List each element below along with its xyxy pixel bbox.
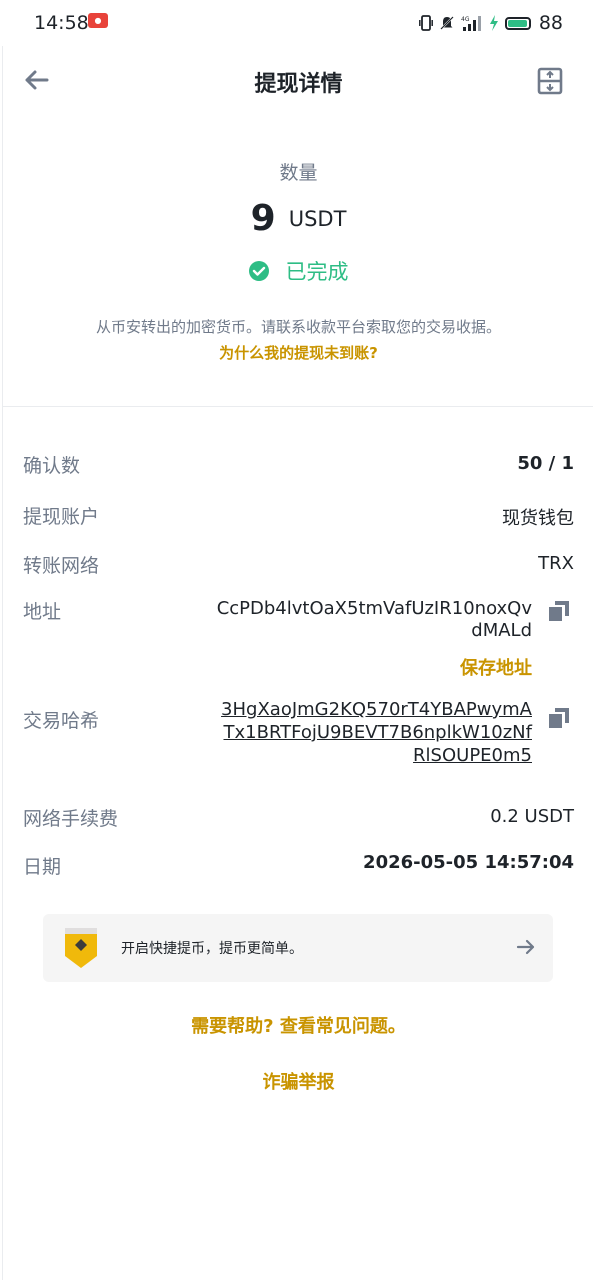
account-label: 提现账户 bbox=[23, 506, 100, 528]
status-icons: 4G 88 bbox=[418, 12, 563, 34]
date-value: 2026-05-05 14:57:04 bbox=[363, 852, 574, 873]
page-title: 提现详情 bbox=[254, 72, 343, 97]
fee-value: 0.2 USDT bbox=[490, 806, 574, 827]
fraud-report-link[interactable]: 诈骗举报 bbox=[3, 1068, 593, 1094]
amount-label: 数量 bbox=[279, 162, 318, 184]
status-time: 14:58 bbox=[34, 12, 89, 34]
why-not-received-link[interactable]: 为什么我的提现未到账? bbox=[3, 342, 593, 363]
share-export-icon[interactable] bbox=[536, 66, 564, 96]
amount-unit: USDT bbox=[288, 206, 347, 231]
notification-app-icon: ● bbox=[88, 13, 108, 28]
address-value: CcPDb4lvtOaX5tmVafUzIR10noxQvdMALd bbox=[216, 598, 532, 641]
copy-address-icon[interactable] bbox=[548, 600, 570, 622]
nav-bar: 提现详情 bbox=[3, 46, 593, 116]
amount-value: 9 bbox=[250, 198, 276, 239]
network-label: 转账网络 bbox=[23, 555, 100, 577]
charging-icon bbox=[489, 15, 498, 31]
status-row: 已完成 bbox=[3, 256, 593, 286]
shield-badge-icon bbox=[65, 928, 97, 968]
vibrate-icon bbox=[418, 15, 433, 31]
status-completed: 已完成 bbox=[285, 260, 349, 284]
mute-bell-icon bbox=[440, 16, 454, 30]
network-value: TRX bbox=[538, 553, 574, 574]
fee-label: 网络手续费 bbox=[23, 808, 119, 830]
date-label: 日期 bbox=[23, 856, 62, 878]
divider bbox=[3, 406, 593, 407]
status-bar: 14:58 ● 4G 88 bbox=[0, 0, 593, 46]
arrow-right-icon bbox=[516, 939, 535, 955]
svg-text:4G: 4G bbox=[461, 16, 470, 23]
amount-row: 9 USDT bbox=[3, 198, 593, 239]
promo-text: 开启快捷提币，提币更简单。 bbox=[121, 941, 303, 957]
txid-label: 交易哈希 bbox=[23, 710, 100, 732]
save-address-button[interactable]: 保存地址 bbox=[460, 654, 532, 680]
address-label: 地址 bbox=[23, 601, 62, 623]
help-faq-link[interactable]: 需要帮助? 查看常见问题。 bbox=[3, 1012, 593, 1038]
confirmations-label: 确认数 bbox=[23, 455, 81, 477]
withdraw-detail-page: 提现详情 数量 9 USDT 已完成 从币安转出的加密货币。请联系收款平台索取您… bbox=[2, 46, 593, 1280]
quick-withdraw-banner[interactable]: 开启快捷提币，提币更简单。 bbox=[43, 914, 553, 982]
copy-txid-icon[interactable] bbox=[548, 707, 570, 729]
battery-icon bbox=[504, 16, 531, 30]
txid-link[interactable]: 3HgXaoJmG2KQ570rT4YBAPwymATx1BRTFojU9BEV… bbox=[212, 698, 532, 767]
account-value: 现货钱包 bbox=[502, 508, 574, 529]
confirmations-value: 50 / 1 bbox=[517, 453, 574, 474]
battery-level: 88 bbox=[538, 12, 563, 34]
info-text: 从币安转出的加密货币。请联系收款平台索取您的交易收据。 bbox=[95, 318, 501, 336]
cellular-signal-icon: 4G bbox=[461, 16, 481, 31]
check-circle-icon bbox=[249, 261, 270, 281]
